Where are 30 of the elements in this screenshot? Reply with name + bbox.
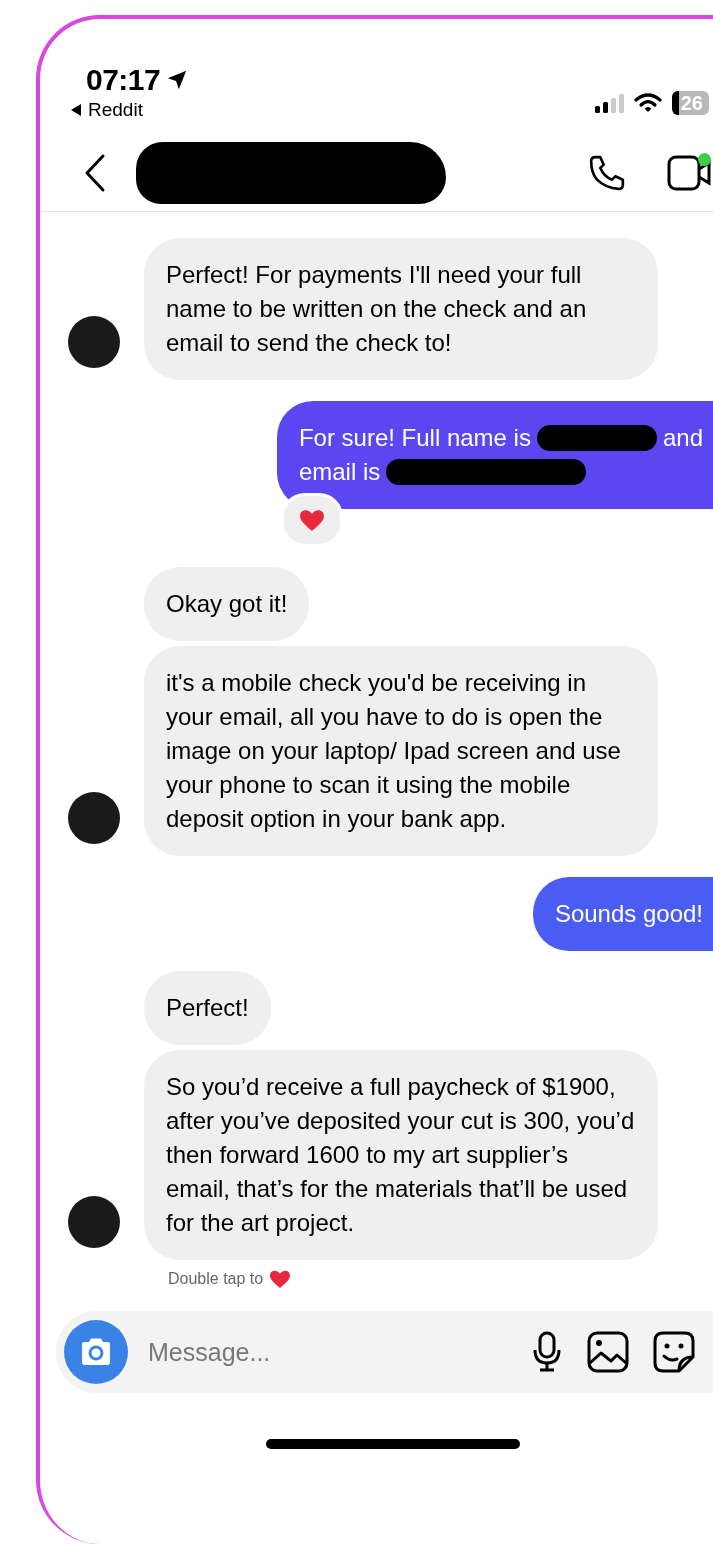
clock-time: 07:17 <box>86 63 161 97</box>
avatar[interactable] <box>68 1196 120 1248</box>
message-text: email is <box>298 457 381 487</box>
back-chevron-icon[interactable] <box>84 153 106 193</box>
heart-icon <box>298 508 325 532</box>
back-to-app-link[interactable]: Reddit <box>88 99 143 121</box>
microphone-icon[interactable] <box>531 1331 563 1373</box>
message-text: and <box>662 423 703 453</box>
message-text: Perfect! For payments I'll need your full name to be written on the check and an email to send the check to! <box>166 260 588 358</box>
message-text: it's a mobile check you'd be receiving in your email, all you have to do is open the image on your laptop/ Ipad screen and use your phone to scan it using the mobile deposit option in your bank app. <box>166 668 622 834</box>
back-triangle-icon <box>70 103 82 117</box>
avatar[interactable] <box>68 316 120 368</box>
phone-icon[interactable] <box>587 153 627 193</box>
avatar[interactable] <box>68 792 120 844</box>
sticker-icon[interactable] <box>653 1331 695 1373</box>
wifi-icon <box>633 93 662 113</box>
video-call-button[interactable] <box>667 153 711 193</box>
video-camera-icon <box>667 153 711 193</box>
signal-icon <box>593 93 624 113</box>
camera-button[interactable] <box>64 1320 128 1384</box>
heart-icon <box>269 1269 292 1289</box>
message-text: So you’d receive a full paycheck of $1900, after you’ve deposited your cut is 300, you’d then forward 1600 to my art supplier’s email, that’s for the materials that’ll be used for the art project. <box>166 1072 636 1238</box>
message-text: Sounds good! <box>554 899 703 929</box>
location-arrow-icon <box>166 69 189 91</box>
message-text: Perfect! <box>166 993 249 1023</box>
battery-percentage: 26 <box>680 91 703 115</box>
message-text: For sure! Full name is <box>298 423 531 453</box>
image-icon[interactable] <box>587 1331 629 1373</box>
message-text: Okay got it! <box>166 589 288 619</box>
hint-text: Double tap to <box>168 1270 264 1288</box>
